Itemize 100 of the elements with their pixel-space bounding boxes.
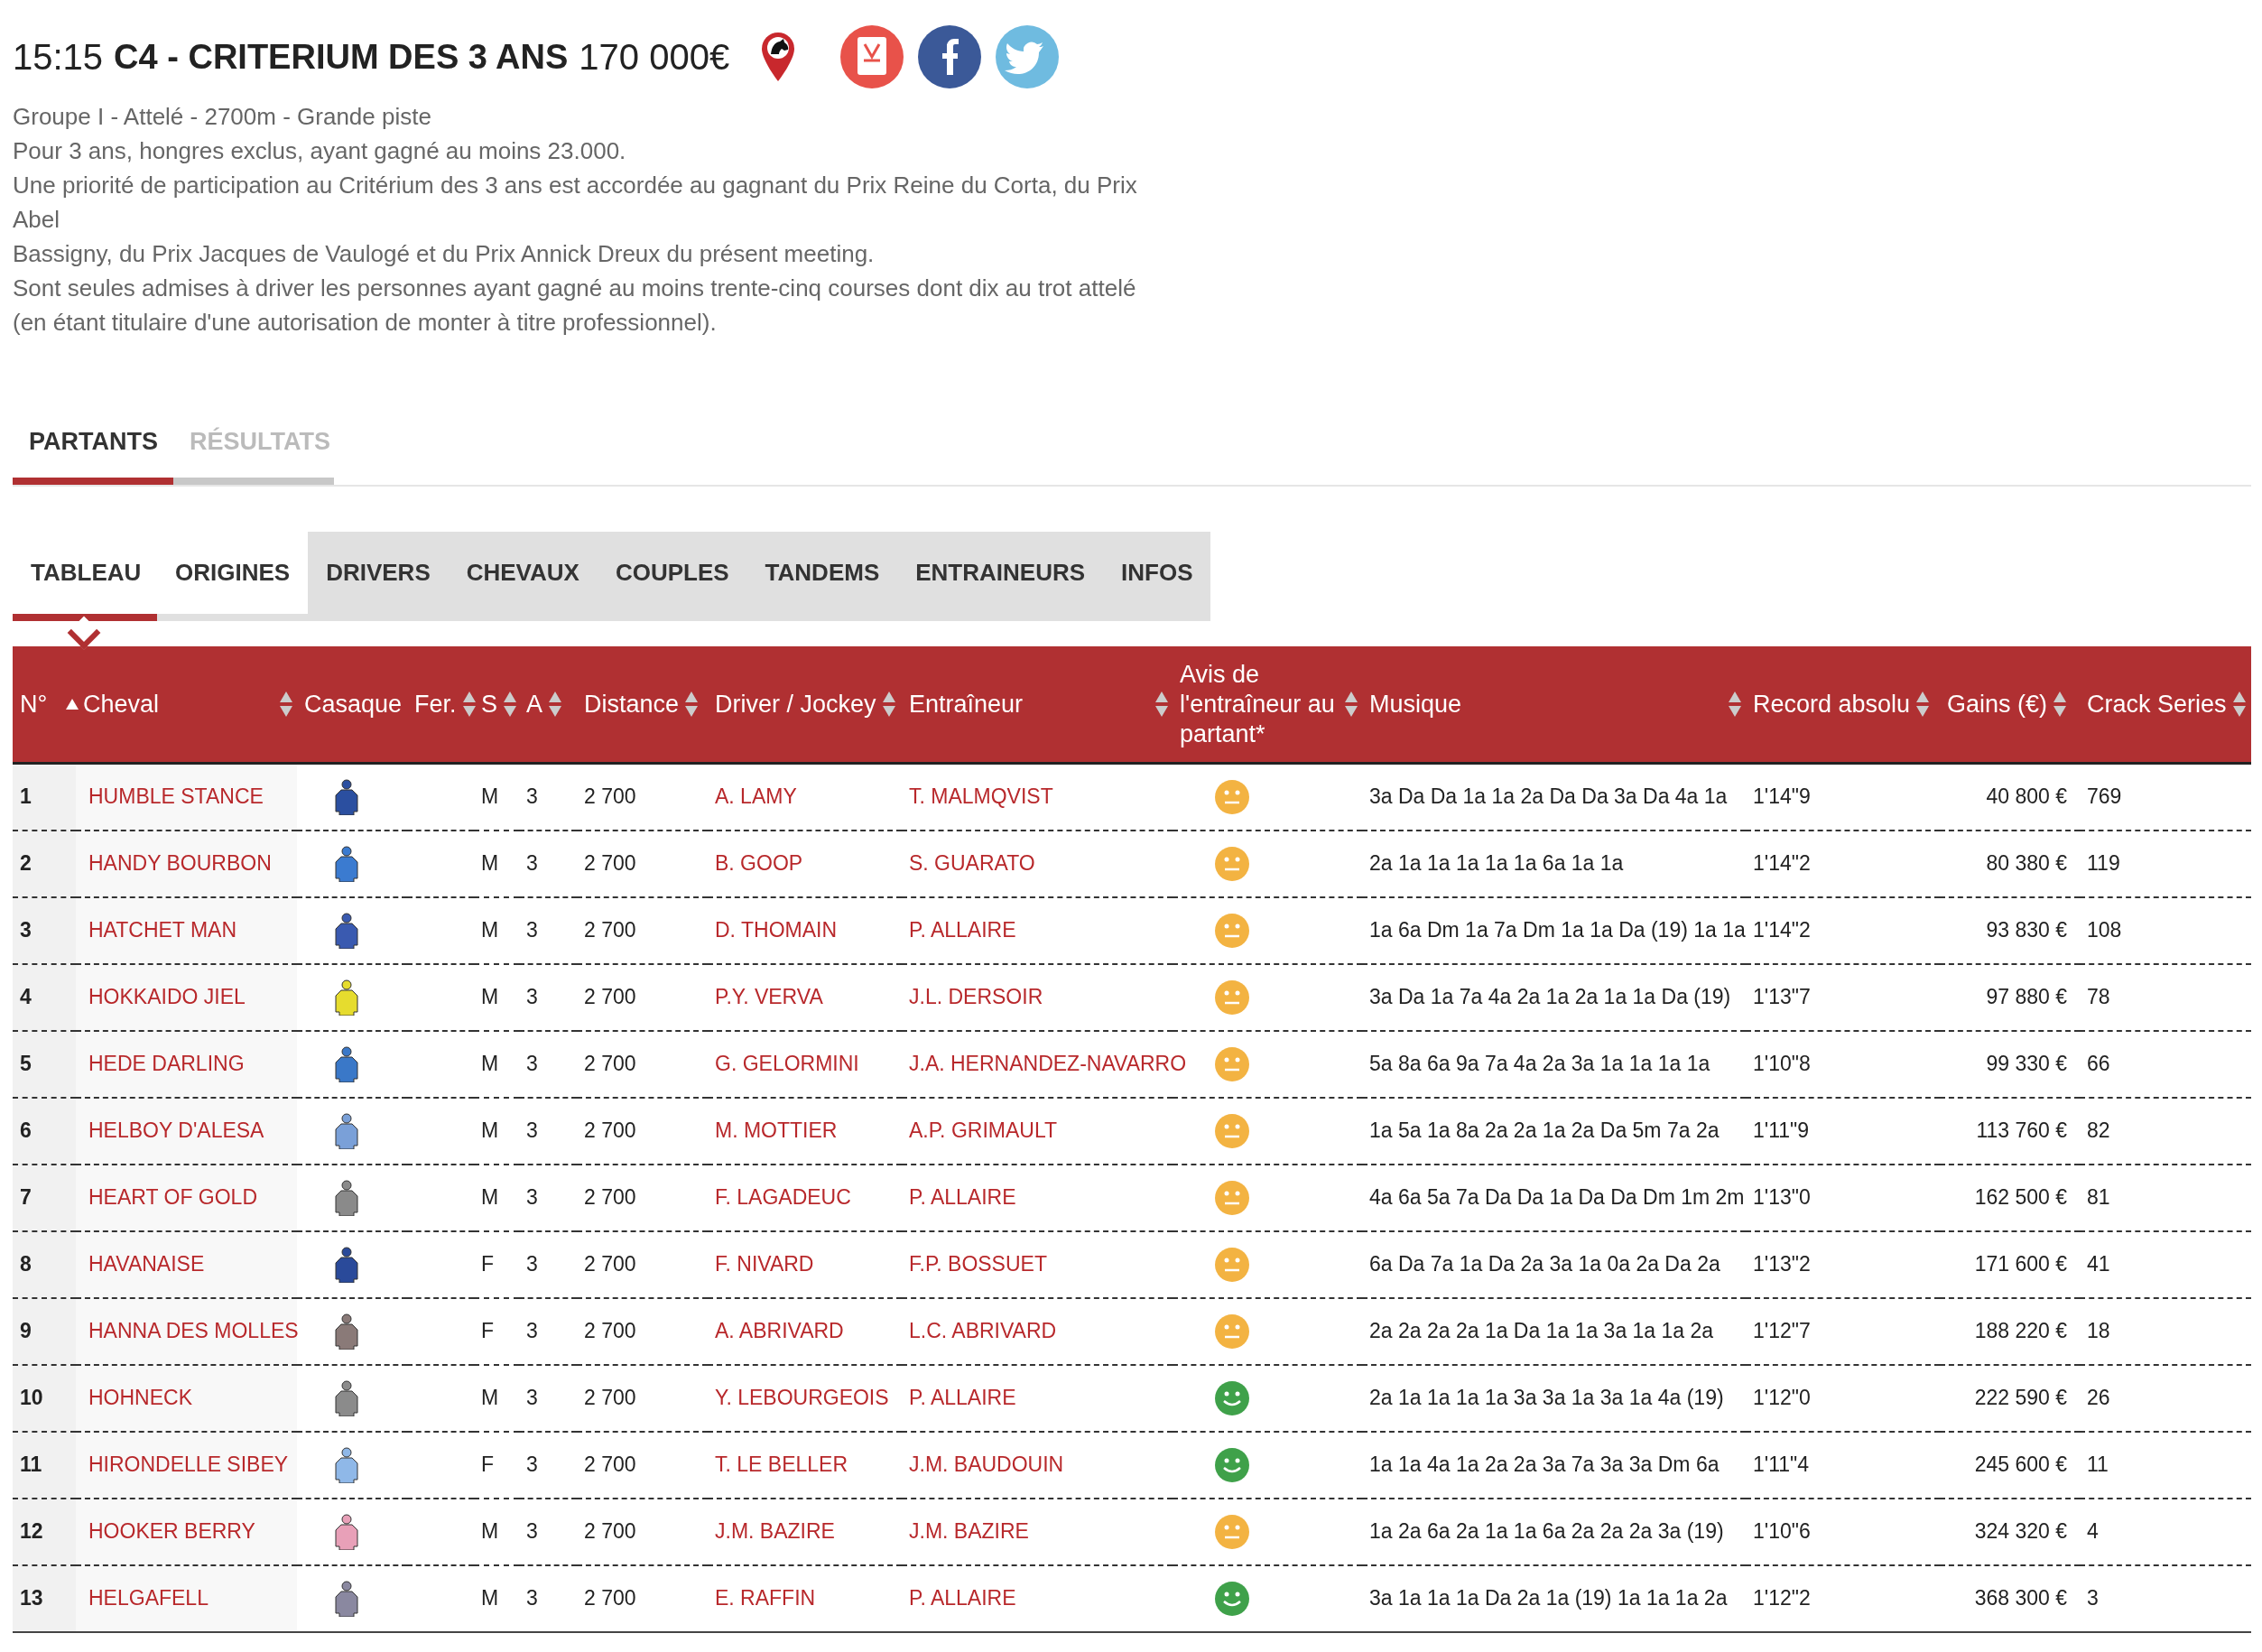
column-header[interactable]: Crack Series bbox=[2087, 689, 2227, 719]
age-text: 3 bbox=[526, 1185, 538, 1209]
description-line: Pour 3 ans, hongres exclus, ayant gagné au moins 23.000. bbox=[13, 136, 627, 166]
crack-series-text: 11 bbox=[2087, 1452, 2109, 1476]
distance-text: 2 700 bbox=[584, 1252, 636, 1276]
sort-icon[interactable] bbox=[2231, 691, 2247, 718]
musique-text: 6a Da 7a 1a Da 2a 3a 1a 0a 2a Da 2a bbox=[1369, 1252, 1720, 1276]
person-link[interactable]: Y. LEBOURGEOIS bbox=[715, 1386, 889, 1409]
horse-link[interactable]: HAVANAISE bbox=[88, 1252, 205, 1276]
column-header[interactable]: Distance bbox=[584, 689, 680, 719]
record-text: 1'12"7 bbox=[1753, 1319, 1811, 1342]
person-link[interactable]: B. GOOP bbox=[715, 851, 803, 875]
sort-icon[interactable] bbox=[548, 691, 562, 718]
column-header[interactable]: A bbox=[526, 689, 542, 719]
age-text: 3 bbox=[526, 1319, 538, 1342]
person-link[interactable]: J.L. DERSOIR bbox=[909, 985, 1043, 1008]
person-link[interactable]: A.P. GRIMAULT bbox=[909, 1118, 1058, 1142]
pdf-icon[interactable] bbox=[839, 24, 905, 89]
facebook-icon[interactable] bbox=[917, 24, 983, 89]
sort-icon[interactable] bbox=[279, 691, 293, 718]
distance-text: 2 700 bbox=[584, 1519, 636, 1543]
person-link[interactable]: T. MALMQVIST bbox=[909, 784, 1053, 809]
musique-text: 2a 2a 2a 2a 1a Da 1a 1a 3a 1a 1a 2a bbox=[1369, 1319, 1714, 1342]
person-link[interactable]: S. GUARATO bbox=[909, 851, 1035, 875]
crack-series-text: 26 bbox=[2087, 1386, 2110, 1409]
person-link[interactable]: E. RAFFIN bbox=[715, 1586, 816, 1610]
distance-text: 2 700 bbox=[584, 1118, 636, 1142]
gains-text: 171 600 € bbox=[1974, 1252, 2067, 1276]
age-text: 3 bbox=[526, 1452, 538, 1476]
column-header[interactable]: Musique bbox=[1369, 689, 1462, 719]
sort-icon[interactable] bbox=[2053, 691, 2068, 718]
sex-text: M bbox=[481, 1118, 499, 1142]
row-number: 11 bbox=[20, 1452, 42, 1476]
column-header[interactable]: Driver / Jockey bbox=[715, 689, 876, 719]
sort-icon[interactable] bbox=[684, 691, 700, 718]
column-header[interactable]: S bbox=[481, 689, 497, 719]
person-link[interactable]: F. LAGADEUC bbox=[715, 1185, 851, 1209]
column-header[interactable]: Gains (€) bbox=[1947, 689, 2048, 719]
age-text: 3 bbox=[526, 784, 538, 809]
sex-text: M bbox=[481, 1519, 499, 1543]
horse-link[interactable]: HELGAFELL bbox=[88, 1586, 209, 1610]
person-link[interactable]: D. THOMAIN bbox=[715, 918, 838, 942]
person-link[interactable]: A. LAMY bbox=[715, 784, 797, 809]
person-link[interactable]: T. LE BELLER bbox=[715, 1452, 848, 1476]
record-text: 1'14"9 bbox=[1753, 784, 1811, 809]
age-text: 3 bbox=[526, 851, 538, 875]
sort-icon[interactable] bbox=[1728, 691, 1742, 718]
record-text: 1'13"0 bbox=[1753, 1185, 1811, 1209]
gains-text: 188 220 € bbox=[1974, 1319, 2067, 1342]
column-header[interactable]: Casaque bbox=[304, 689, 403, 719]
person-link[interactable]: G. GELORMINI bbox=[715, 1052, 859, 1075]
crack-series-text: 66 bbox=[2087, 1052, 2110, 1075]
horse-link[interactable]: HOHNECK bbox=[88, 1386, 192, 1409]
person-link[interactable]: J.M. BAZIRE bbox=[715, 1519, 835, 1543]
crack-series-text: 78 bbox=[2087, 985, 2110, 1008]
distance-text: 2 700 bbox=[584, 1452, 636, 1476]
bird-icon[interactable] bbox=[995, 24, 1061, 89]
person-link[interactable]: M. MOTTIER bbox=[715, 1118, 838, 1142]
sort-icon[interactable] bbox=[1915, 691, 1931, 718]
column-header[interactable]: Entraîneur bbox=[909, 689, 1024, 719]
sort-icon[interactable] bbox=[503, 691, 517, 718]
column-header[interactable]: Avis de l'entraîneur au partant* bbox=[1180, 659, 1339, 749]
person-link[interactable]: P. ALLAIRE bbox=[909, 918, 1016, 942]
gains-text: 324 320 € bbox=[1974, 1519, 2067, 1543]
person-link[interactable]: L.C. ABRIVARD bbox=[909, 1319, 1057, 1342]
race-prize: 170 000€ bbox=[579, 36, 730, 78]
age-text: 3 bbox=[526, 1252, 538, 1276]
crack-series-text: 82 bbox=[2087, 1118, 2110, 1142]
record-text: 1'14"2 bbox=[1753, 851, 1811, 875]
person-link[interactable]: A. ABRIVARD bbox=[715, 1319, 844, 1342]
person-link[interactable]: F. NIVARD bbox=[715, 1252, 814, 1276]
crack-series-text: 3 bbox=[2087, 1586, 2099, 1610]
musique-text: 4a 6a 5a 7a Da Da 1a Da Da Dm 1m 2m bbox=[1369, 1185, 1745, 1209]
person-link[interactable]: J.M. BAZIRE bbox=[909, 1519, 1029, 1543]
sort-icon[interactable] bbox=[1344, 691, 1358, 718]
tab[interactable]: PARTANTS bbox=[13, 428, 173, 485]
record-text: 1'10"6 bbox=[1753, 1519, 1811, 1543]
person-link[interactable]: P. ALLAIRE bbox=[909, 1185, 1016, 1209]
sex-text: M bbox=[481, 1586, 499, 1610]
person-link[interactable]: J.M. BAUDOUIN bbox=[909, 1452, 1064, 1476]
sort-icon[interactable] bbox=[881, 691, 896, 718]
person-link[interactable]: J.A. HERNANDEZ-NAVARRO bbox=[909, 1052, 1187, 1075]
gains-text: 99 330 € bbox=[1986, 1052, 2067, 1075]
sort-icon[interactable] bbox=[1154, 691, 1169, 718]
musique-text: 2a 1a 1a 1a 1a 3a 3a 1a 3a 1a 4a (19) bbox=[1369, 1386, 1724, 1409]
sort-asc-icon[interactable] bbox=[65, 698, 80, 710]
sex-text: M bbox=[481, 784, 499, 809]
column-header[interactable]: Cheval bbox=[83, 689, 160, 719]
column-header[interactable]: Record absolu bbox=[1753, 689, 1911, 719]
person-link[interactable]: P. ALLAIRE bbox=[909, 1386, 1016, 1409]
race-time: 15:15 bbox=[13, 36, 104, 78]
musique-text: 1a 5a 1a 8a 2a 2a 1a 2a Da 5m 7a 2a bbox=[1369, 1118, 1720, 1142]
column-header[interactable]: Fer. bbox=[414, 689, 457, 719]
person-link[interactable]: F.P. BOSSUET bbox=[909, 1252, 1047, 1276]
sort-icon[interactable] bbox=[461, 691, 477, 718]
column-header[interactable]: N° bbox=[20, 689, 48, 719]
map-pin-icon[interactable] bbox=[760, 31, 797, 83]
person-link[interactable]: P.Y. VERVA bbox=[715, 985, 823, 1008]
person-link[interactable]: P. ALLAIRE bbox=[909, 1586, 1016, 1610]
row-number: 6 bbox=[20, 1118, 32, 1142]
